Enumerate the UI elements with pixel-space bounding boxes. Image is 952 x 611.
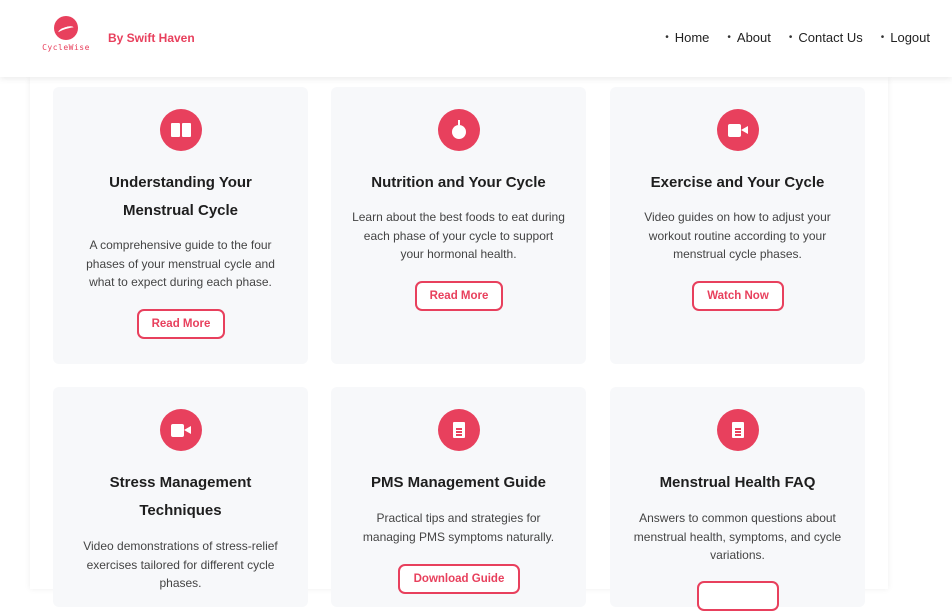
document-icon [717, 409, 759, 451]
resources-panel: Understanding Your Menstrual Cycle A com… [30, 77, 888, 611]
card-title: Menstrual Health FAQ [659, 474, 816, 491]
resource-card: Exercise and Your Cycle Video guides on … [610, 87, 865, 364]
card-button[interactable] [697, 581, 779, 611]
resource-card: Nutrition and Your Cycle Learn about the… [331, 87, 586, 364]
card-description: Video demonstrations of stress-relief ex… [83, 539, 278, 590]
nav-home[interactable]: Home [665, 30, 710, 45]
logo-text: CycleWise [42, 43, 90, 52]
resource-card: Menstrual Health FAQ Answers to common q… [610, 387, 865, 611]
resource-card: PMS Management Guide Practical tips and … [331, 387, 586, 607]
site-header: CycleWise By Swift Haven Home About Cont… [0, 0, 952, 77]
watch-now-button[interactable]: Watch Now [692, 281, 784, 311]
book-icon [160, 109, 202, 151]
card-title: Exercise and Your Cycle [650, 174, 825, 191]
nav-logout[interactable]: Logout [881, 30, 930, 45]
video-icon [160, 409, 202, 451]
card-description: Answers to common questions about menstr… [633, 511, 842, 562]
document-icon [438, 409, 480, 451]
card-title: Nutrition and Your Cycle [371, 174, 546, 191]
card-description: Learn about the best foods to eat during… [352, 210, 565, 261]
card-description: Practical tips and strategies for managi… [362, 511, 555, 544]
card-title: Understanding Your Menstrual Cycle [109, 174, 252, 219]
brand-tagline: By Swift Haven [108, 31, 195, 45]
download-guide-button[interactable]: Download Guide [398, 564, 520, 594]
read-more-button[interactable]: Read More [415, 281, 503, 311]
logo-icon [54, 16, 78, 40]
main-nav: Home About Contact Us Logout [665, 30, 930, 45]
read-more-button[interactable]: Read More [137, 309, 225, 339]
card-title: Stress Management Techniques [109, 474, 252, 519]
card-title: PMS Management Guide [370, 474, 547, 491]
nav-contact-us[interactable]: Contact Us [789, 30, 862, 45]
resource-card: Stress Management Techniques Video demon… [53, 387, 308, 607]
video-icon [717, 109, 759, 151]
nav-about[interactable]: About [727, 30, 771, 45]
resource-card: Understanding Your Menstrual Cycle A com… [53, 87, 308, 364]
card-description: Video guides on how to adjust your worko… [644, 210, 831, 261]
card-description: A comprehensive guide to the four phases… [86, 238, 275, 289]
apple-icon [438, 109, 480, 151]
logo[interactable]: CycleWise [40, 14, 92, 54]
